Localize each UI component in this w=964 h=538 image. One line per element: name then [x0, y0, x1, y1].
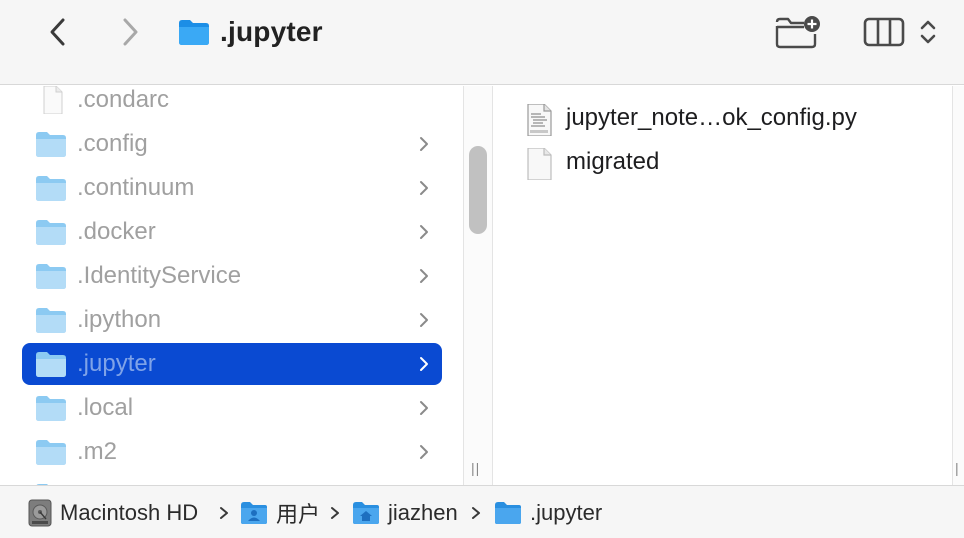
list-item[interactable]: .config [22, 123, 442, 165]
folder-icon [36, 352, 66, 377]
list-item[interactable] [22, 475, 442, 485]
item-label: .m2 [77, 438, 118, 465]
title-text: .jupyter [220, 16, 323, 47]
folder-icon [36, 132, 66, 157]
chevron-right-icon [420, 181, 428, 195]
item-label: .IdentityService [77, 262, 242, 289]
column-view-icon [863, 17, 905, 47]
new-folder-icon [775, 16, 820, 49]
chevron-right-icon [420, 225, 428, 239]
parent-column[interactable]: .condarc .config .continuum .docker .Ide… [0, 86, 464, 485]
updown-chevron-icon [920, 20, 936, 44]
item-label: .jupyter [77, 350, 156, 377]
chevron-right-icon [220, 507, 228, 519]
back-button[interactable] [40, 14, 76, 50]
folder-icon [36, 396, 66, 421]
list-item[interactable]: .m2 [22, 431, 442, 473]
folder-icon [495, 502, 521, 524]
breadcrumb-item[interactable]: jiazhen [352, 498, 458, 528]
chevron-right-icon [472, 507, 480, 519]
chevron-right-icon [420, 357, 428, 371]
list-item[interactable]: .docker [22, 211, 442, 253]
new-folder-button[interactable] [774, 12, 822, 52]
item-label: .docker [77, 218, 156, 245]
folder-icon [36, 440, 66, 465]
chevron-left-icon [50, 18, 65, 46]
chevron-right-icon [420, 445, 428, 459]
item-label: .ipython [77, 306, 162, 333]
toolbar: .jupyter [0, 0, 964, 85]
list-item[interactable]: .ipython [22, 299, 442, 341]
folder-icon [36, 220, 66, 245]
breadcrumb-item[interactable]: 用户 [240, 498, 320, 528]
breadcrumb-label: 用户 [276, 502, 321, 527]
chevron-right-icon [420, 401, 428, 415]
column-resize-handle[interactable]: || [471, 460, 480, 476]
list-item[interactable]: .continuum [22, 167, 442, 209]
item-label: .local [77, 394, 134, 421]
users-folder-icon [241, 502, 267, 524]
folder-icon [36, 264, 66, 289]
breadcrumb-label: Macintosh HD [60, 500, 199, 525]
breadcrumb-label: jiazhen [388, 500, 458, 525]
hard-drive-icon [28, 499, 52, 527]
window-title: .jupyter [178, 16, 323, 48]
breadcrumb-item[interactable]: Macintosh HD [28, 498, 198, 528]
breadcrumb-label: .jupyter [530, 500, 603, 525]
document-icon [527, 148, 552, 180]
list-item-selected[interactable]: .jupyter [22, 343, 442, 385]
list-item[interactable]: .condarc [22, 86, 442, 121]
folder-icon [36, 176, 66, 201]
list-item[interactable]: .local [22, 387, 442, 429]
path-bar: Macintosh HD 用户 jiazhen .jupyter [0, 485, 964, 538]
column-view-button[interactable] [862, 12, 906, 52]
item-label: migrated [566, 148, 660, 175]
chevron-right-icon [420, 313, 428, 327]
breadcrumb-item[interactable]: .jupyter [494, 498, 602, 528]
chevron-right-icon [123, 18, 138, 46]
view-options-toggle[interactable] [914, 12, 942, 52]
folder-icon [36, 308, 66, 333]
list-item[interactable]: .IdentityService [22, 255, 442, 297]
folder-icon [179, 20, 209, 45]
forward-button[interactable] [112, 14, 148, 50]
chevron-right-icon [420, 269, 428, 283]
item-label: .condarc [77, 86, 170, 113]
item-label: .config [77, 130, 148, 157]
content-column[interactable]: jupyter_note…ok_config.py migrated [493, 86, 952, 485]
home-folder-icon [353, 502, 379, 524]
item-label: jupyter_note…ok_config.py [566, 104, 857, 131]
chevron-right-icon [331, 507, 339, 519]
chevron-right-icon [420, 137, 428, 151]
item-label: .continuum [77, 174, 195, 201]
document-icon [43, 86, 63, 114]
scrollbar-thumb[interactable] [469, 146, 487, 234]
column-resize-handle[interactable]: | [955, 460, 959, 476]
column-divider[interactable] [952, 86, 964, 485]
python-file-icon [527, 104, 552, 136]
